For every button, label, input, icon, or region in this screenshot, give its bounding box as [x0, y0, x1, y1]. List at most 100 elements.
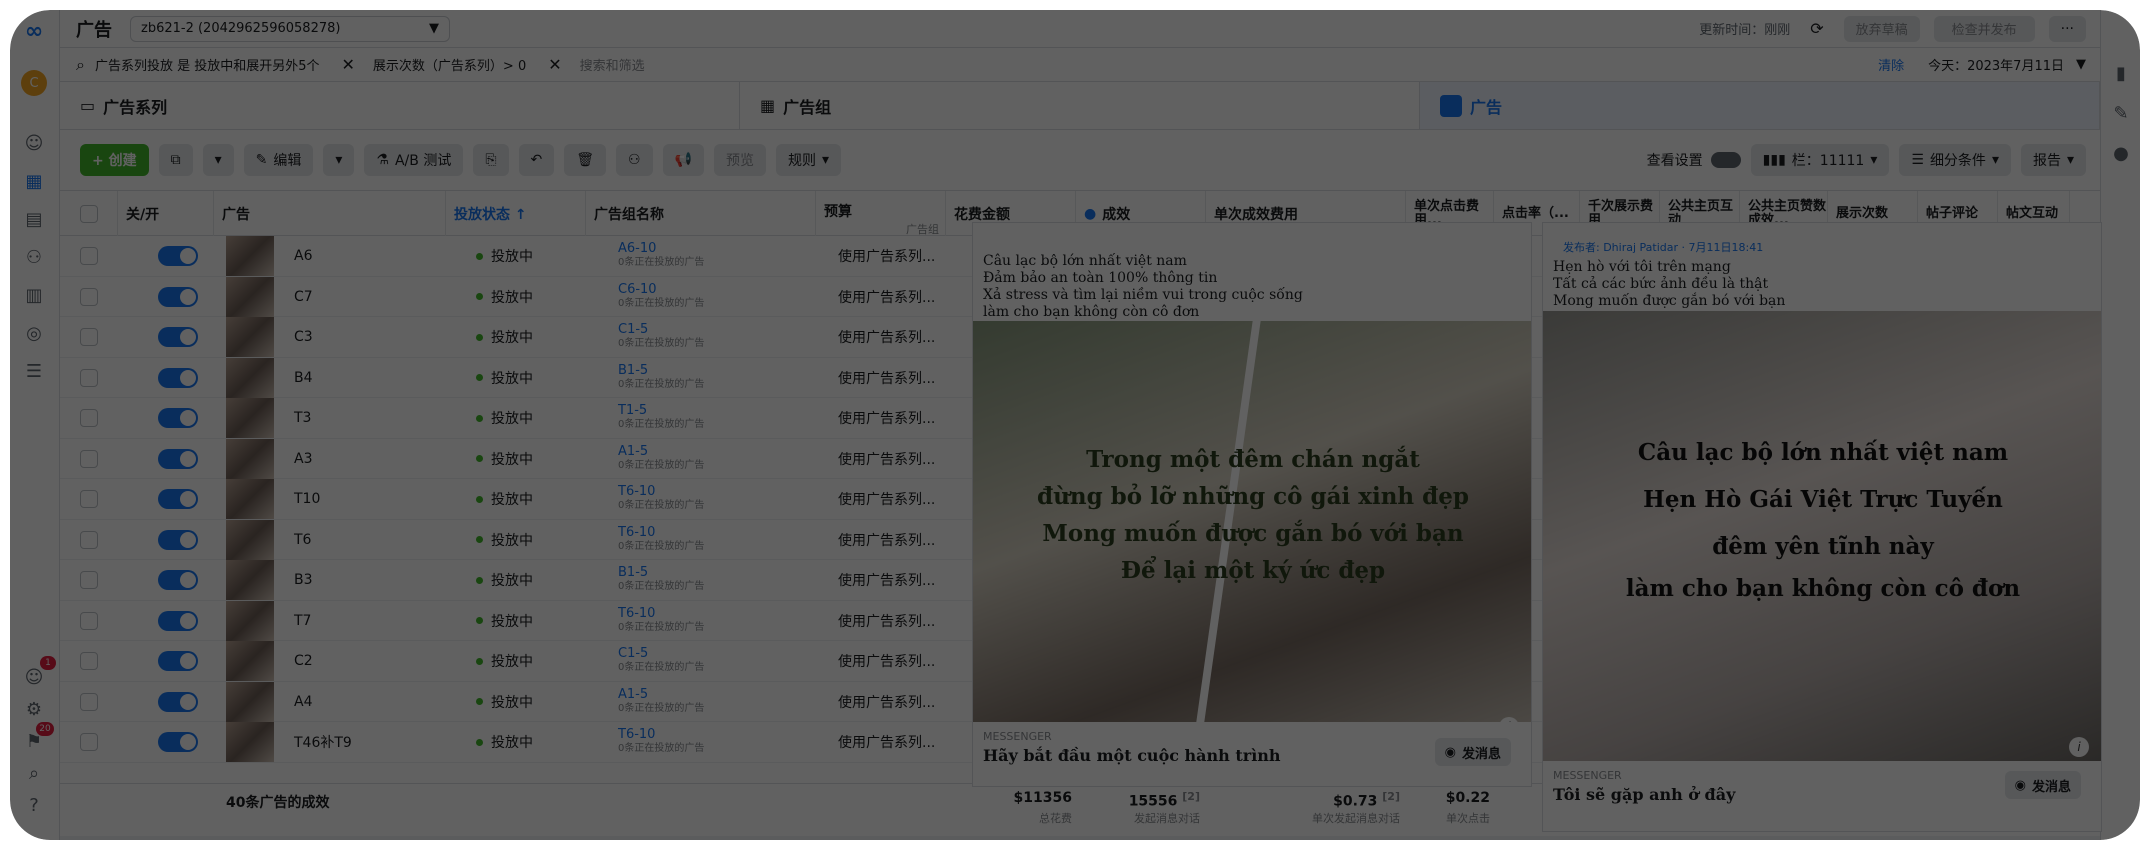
ad-name[interactable]: B4: [286, 358, 313, 398]
adset-cell[interactable]: A6-10 0条正在投放的广告: [610, 236, 704, 276]
tags-button[interactable]: ⚇: [616, 144, 653, 176]
ads-button[interactable]: 📢: [662, 144, 705, 176]
adset-cell[interactable]: C6-10 0条正在投放的广告: [610, 277, 704, 317]
adset-cell[interactable]: T6-10 0条正在投放的广告: [610, 722, 704, 762]
preview-button[interactable]: 预览: [714, 144, 767, 176]
ad-toggle[interactable]: [150, 479, 198, 519]
ad-name[interactable]: T6: [286, 520, 311, 560]
adset-link[interactable]: B1-5: [618, 363, 648, 378]
col-budget[interactable]: 预算 广告组: [816, 191, 946, 236]
duplicate-menu-button[interactable]: ▾: [202, 144, 234, 176]
ad-toggle[interactable]: [150, 398, 198, 438]
meta-logo-icon[interactable]: ∞: [21, 18, 47, 44]
ab-test-button[interactable]: ⚗ A/B 测试: [364, 144, 464, 176]
adset-cell[interactable]: A1-5 0条正在投放的广告: [610, 682, 704, 722]
adset-link[interactable]: T6-10: [618, 485, 655, 499]
ad-preview-card-2[interactable]: 发布者: Dhiraj Patidar · 7月11日18:41 Hẹn hò …: [1542, 222, 2102, 832]
clear-filters-link[interactable]: 清除: [1878, 55, 1904, 74]
ad-name[interactable]: C7: [286, 277, 313, 317]
ad-name[interactable]: A6: [286, 236, 312, 276]
adset-link[interactable]: A1-5: [618, 687, 648, 702]
close-icon[interactable]: ✕: [548, 55, 561, 74]
ad-name[interactable]: T46补T9: [286, 722, 352, 762]
info-icon[interactable]: i: [2069, 737, 2089, 757]
adset-link[interactable]: C6-10: [618, 282, 657, 297]
filter-chip-impressions[interactable]: 展示次数（广告系列）> 0: [373, 55, 526, 74]
row-checkbox[interactable]: [60, 601, 118, 641]
adset-link[interactable]: T6-10: [618, 525, 655, 540]
adset-link[interactable]: A6-10: [618, 242, 656, 256]
adset-link[interactable]: T1-5: [618, 404, 647, 418]
ad-name[interactable]: T10: [286, 479, 320, 519]
adset-cell[interactable]: B1-5 0条正在投放的广告: [610, 358, 704, 398]
delete-button[interactable]: 🗑: [564, 144, 607, 176]
undo-button[interactable]: ↶: [518, 144, 555, 176]
row-checkbox[interactable]: [60, 277, 118, 317]
ads-manager-icon[interactable]: ▦: [21, 168, 47, 194]
settings-icon[interactable]: ⚙: [21, 696, 47, 722]
row-checkbox[interactable]: [60, 358, 118, 398]
overview-icon[interactable]: ☺: [21, 130, 47, 156]
ad-name[interactable]: C2: [286, 641, 313, 681]
close-icon[interactable]: ✕: [342, 55, 355, 74]
more-options-icon[interactable]: ···: [2048, 15, 2086, 42]
adset-link[interactable]: T6-10: [618, 728, 655, 742]
date-picker[interactable]: 今天：2023年7月11日 ▼: [1928, 55, 2086, 74]
chart-icon[interactable]: ▮: [2108, 60, 2134, 86]
columns-button[interactable]: ▮▮▮ 栏：11111 ▾: [1750, 144, 1890, 176]
all-tools-icon[interactable]: ☰: [21, 358, 47, 384]
breakdown-button[interactable]: ☰ 细分条件 ▾: [1899, 144, 2011, 176]
row-checkbox[interactable]: [60, 520, 118, 560]
ad-name[interactable]: A4: [286, 682, 312, 722]
adset-cell[interactable]: C1-5 0条正在投放的广告: [610, 317, 704, 357]
adset-link[interactable]: C1-5: [618, 647, 648, 661]
reports-button[interactable]: 报告 ▾: [2020, 144, 2086, 176]
col-ad[interactable]: 广告: [214, 191, 446, 236]
ad-toggle[interactable]: [150, 560, 198, 600]
ad-toggle[interactable]: [150, 317, 198, 357]
adset-link[interactable]: B1-5: [618, 566, 648, 580]
ad-toggle[interactable]: [150, 641, 198, 681]
send-message-button[interactable]: ◉ 发消息: [2004, 771, 2081, 799]
edit-menu-button[interactable]: ▾: [323, 144, 355, 176]
col-adset-name[interactable]: 广告组名称: [586, 191, 816, 236]
row-checkbox[interactable]: [60, 439, 118, 479]
rules-button[interactable]: 规则 ▾: [776, 144, 842, 176]
ad-toggle[interactable]: [150, 358, 198, 398]
tab-campaigns[interactable]: ▭ 广告系列: [60, 82, 740, 129]
adset-cell[interactable]: A1-5 0条正在投放的广告: [610, 439, 704, 479]
billing-icon[interactable]: ◎: [21, 320, 47, 346]
ad-name[interactable]: T3: [286, 398, 311, 438]
ad-toggle[interactable]: [150, 439, 198, 479]
row-checkbox[interactable]: [60, 236, 118, 276]
ad-toggle[interactable]: [150, 277, 198, 317]
col-delivery[interactable]: 投放状态 ↑: [446, 191, 586, 236]
ad-preview-card-1[interactable]: Câu lạc bộ lớn nhất việt nam Đảm bảo an …: [972, 222, 1532, 787]
row-checkbox[interactable]: [60, 479, 118, 519]
ad-toggle[interactable]: [150, 236, 198, 276]
adset-cell[interactable]: T6-10 0条正在投放的广告: [610, 520, 704, 560]
account-selector[interactable]: zb621-2 (2042962596058278) ▼: [130, 15, 450, 42]
select-all-checkbox[interactable]: [60, 191, 118, 236]
ad-name[interactable]: B3: [286, 560, 313, 600]
export-button[interactable]: ⎘: [473, 144, 509, 176]
pages-icon[interactable]: ▤: [21, 206, 47, 232]
ad-toggle[interactable]: [150, 601, 198, 641]
edit-icon[interactable]: ✎: [2108, 100, 2134, 126]
help-icon[interactable]: ?: [21, 792, 47, 818]
audiences-icon[interactable]: ⚇: [21, 244, 47, 270]
tab-adsets[interactable]: ▦ 广告组: [740, 82, 1420, 129]
ad-toggle[interactable]: [150, 520, 198, 560]
ad-name[interactable]: T7: [286, 601, 311, 641]
adset-link[interactable]: T6-10: [618, 606, 655, 621]
adset-cell[interactable]: T6-10 0条正在投放的广告: [610, 479, 704, 519]
filter-chip-delivery[interactable]: 广告系列投放 是 投放中和展开另外5个: [95, 55, 320, 74]
row-checkbox[interactable]: [60, 317, 118, 357]
adset-link[interactable]: C1-5: [618, 323, 648, 337]
edit-button[interactable]: ✎ 编辑: [243, 144, 314, 176]
tab-ads[interactable]: 广告: [1420, 82, 2100, 129]
ad-toggle[interactable]: [150, 722, 198, 762]
refresh-icon[interactable]: ⟳: [1810, 19, 1823, 38]
reports-icon[interactable]: ▥: [21, 282, 47, 308]
row-checkbox[interactable]: [60, 722, 118, 762]
